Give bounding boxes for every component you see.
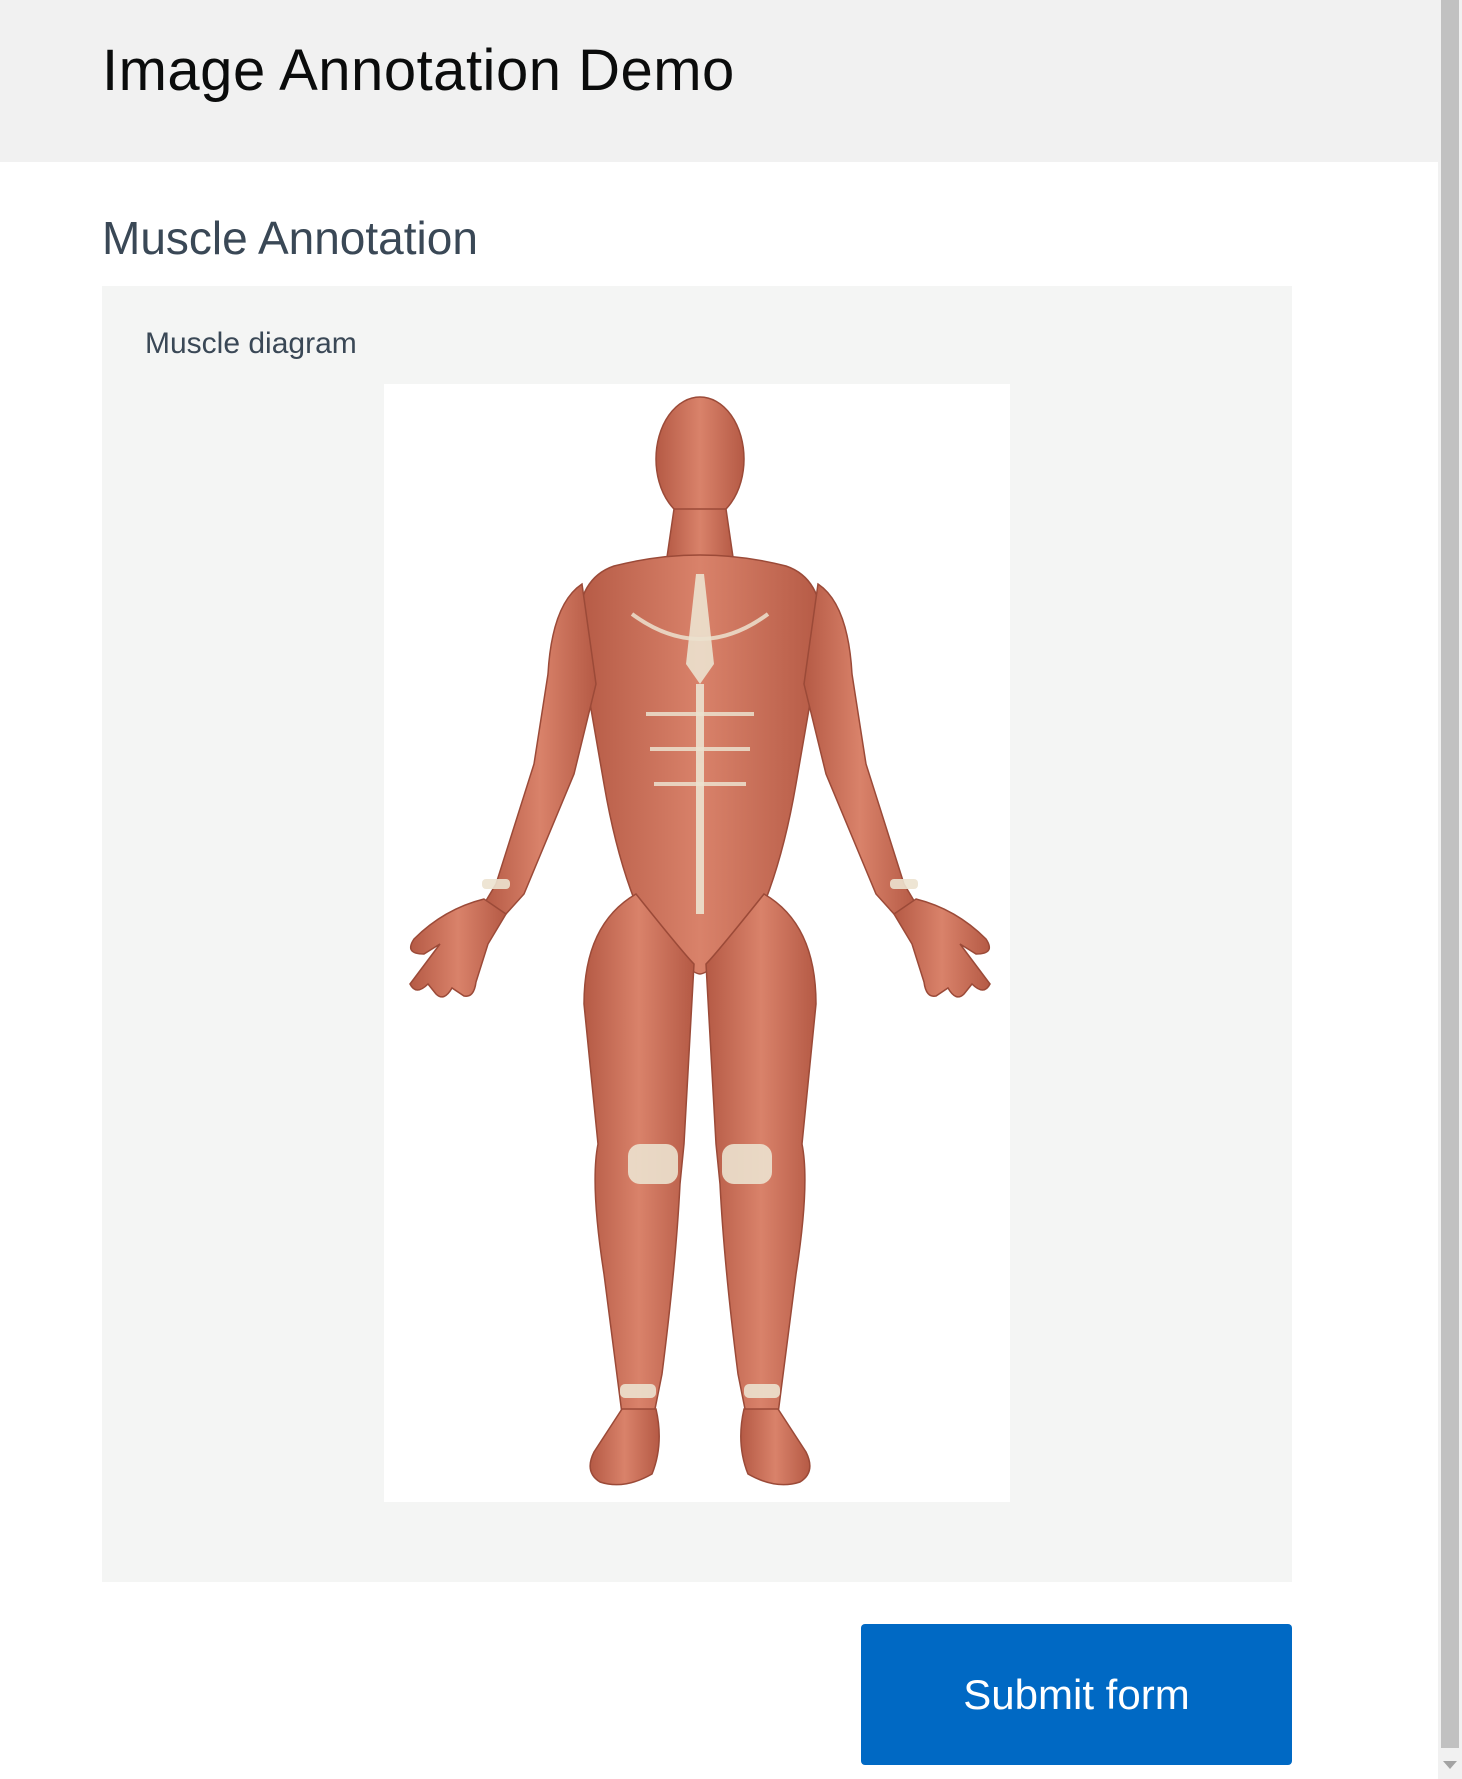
section-title: Muscle Annotation xyxy=(102,212,478,264)
scrollbar-thumb[interactable] xyxy=(1441,0,1459,1748)
vertical-scrollbar[interactable] xyxy=(1438,0,1462,1779)
muscle-diagram-image[interactable] xyxy=(384,384,1010,1502)
page-title: Image Annotation Demo xyxy=(102,38,735,103)
submit-button[interactable]: Submit form xyxy=(861,1624,1292,1765)
image-field-label: Muscle diagram xyxy=(145,327,357,360)
annotation-panel: Muscle diagram xyxy=(102,286,1292,1582)
page-header: Image Annotation Demo xyxy=(0,0,1438,162)
scroll-down-arrow-icon[interactable] xyxy=(1443,1761,1457,1769)
